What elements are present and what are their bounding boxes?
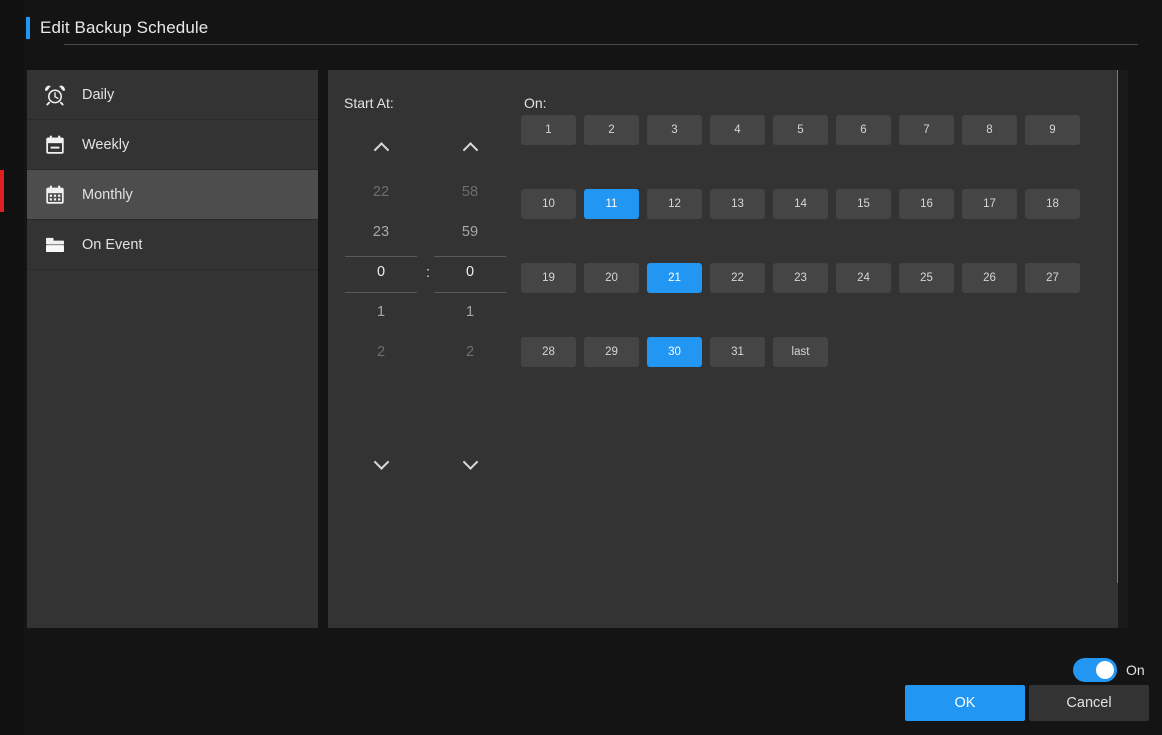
day-row: 28 29 30 31 last (521, 337, 1111, 367)
schedule-content-panel: Start At: On: 22 23 0 1 2 : 58 59 0 1 2 … (328, 70, 1128, 628)
minute-up-arrow-icon[interactable] (434, 135, 506, 161)
day-button-4[interactable]: 4 (710, 115, 765, 145)
day-button-20[interactable]: 20 (584, 263, 639, 293)
minute-spinner[interactable]: 58 59 0 1 2 (434, 125, 506, 485)
minute-option[interactable]: 58 (434, 175, 506, 209)
hour-up-arrow-icon[interactable] (345, 135, 417, 161)
day-button-last[interactable]: last (773, 337, 828, 367)
hour-select-line-bottom (345, 292, 417, 293)
day-button-18[interactable]: 18 (1025, 189, 1080, 219)
start-at-time-picker: 22 23 0 1 2 : 58 59 0 1 2 (338, 125, 508, 485)
hour-selected-value[interactable]: 0 (345, 255, 417, 289)
header-accent-bar (26, 17, 30, 39)
folder-icon (42, 232, 68, 258)
day-button-15[interactable]: 15 (836, 189, 891, 219)
day-of-month-grid: 1 2 3 4 5 6 7 8 9 10 11 12 13 14 15 16 17 18 19 20 21 22 23 24 2… (521, 115, 1111, 377)
day-button-17[interactable]: 17 (962, 189, 1017, 219)
day-row-gap (521, 155, 1111, 189)
day-row: 123456789 (521, 115, 1111, 145)
minute-selected-value[interactable]: 0 (434, 255, 506, 289)
day-button-30[interactable]: 30 (647, 337, 702, 367)
hour-option[interactable]: 1 (345, 295, 417, 329)
dialog-header: Edit Backup Schedule (24, 14, 1138, 46)
day-button-25[interactable]: 25 (899, 263, 954, 293)
day-button-21[interactable]: 21 (647, 263, 702, 293)
sidebar-item-label: On Event (82, 236, 143, 253)
hour-option[interactable]: 23 (345, 215, 417, 249)
day-button-27[interactable]: 27 (1025, 263, 1080, 293)
day-button-7[interactable]: 7 (899, 115, 954, 145)
day-button-23[interactable]: 23 (773, 263, 828, 293)
day-button-11[interactable]: 11 (584, 189, 639, 219)
calendar-month-icon (42, 182, 68, 208)
enable-schedule-toggle-group: On (1073, 658, 1145, 682)
sidebar-item-weekly[interactable]: Weekly (27, 120, 318, 170)
start-at-label: Start At: (344, 95, 394, 111)
hour-down-arrow-icon[interactable] (345, 450, 417, 476)
sidebar-item-label: Monthly (82, 186, 133, 203)
ok-button[interactable]: OK (905, 685, 1025, 721)
day-row: 19 20 21 22 23 24 25 26 27 (521, 263, 1111, 293)
cancel-button[interactable]: Cancel (1029, 685, 1149, 721)
day-button-24[interactable]: 24 (836, 263, 891, 293)
toggle-state-label: On (1126, 662, 1145, 678)
sidebar-item-monthly[interactable]: Monthly (27, 170, 318, 220)
edit-backup-schedule-dialog: Edit Backup Schedule Daily Weekly Monthl… (0, 0, 1162, 735)
toggle-knob (1096, 661, 1114, 679)
day-row: 10 11 12 13 14 15 16 17 18 (521, 189, 1111, 219)
sidebar-item-daily[interactable]: Daily (27, 70, 318, 120)
header-divider (64, 44, 1138, 45)
on-label: On: (524, 95, 547, 111)
minute-option[interactable]: 1 (434, 295, 506, 329)
minute-down-arrow-icon[interactable] (434, 450, 506, 476)
day-button-3[interactable]: 3 (647, 115, 702, 145)
day-row-gap (521, 303, 1111, 337)
sidebar-item-label: Daily (82, 86, 115, 103)
day-button-13[interactable]: 13 (710, 189, 765, 219)
day-button-9[interactable]: 9 (1025, 115, 1080, 145)
panel-right-shadow (1118, 70, 1128, 628)
day-button-29[interactable]: 29 (584, 337, 639, 367)
hour-option[interactable]: 2 (345, 335, 417, 369)
day-button-28[interactable]: 28 (521, 337, 576, 367)
hour-option[interactable]: 22 (345, 175, 417, 209)
hour-spinner[interactable]: 22 23 0 1 2 (345, 125, 417, 485)
day-button-10[interactable]: 10 (521, 189, 576, 219)
day-button-2[interactable]: 2 (584, 115, 639, 145)
minute-select-line-bottom (434, 292, 506, 293)
day-button-12[interactable]: 12 (647, 189, 702, 219)
day-button-5[interactable]: 5 (773, 115, 828, 145)
day-button-1[interactable]: 1 (521, 115, 576, 145)
day-button-16[interactable]: 16 (899, 189, 954, 219)
calendar-week-icon (42, 132, 68, 158)
minute-option[interactable]: 2 (434, 335, 506, 369)
time-separator: : (425, 263, 431, 281)
minute-option[interactable]: 59 (434, 215, 506, 249)
enable-schedule-toggle[interactable] (1073, 658, 1117, 682)
left-red-marker (0, 170, 4, 212)
day-button-6[interactable]: 6 (836, 115, 891, 145)
day-button-14[interactable]: 14 (773, 189, 828, 219)
page-title: Edit Backup Schedule (40, 18, 209, 37)
day-button-8[interactable]: 8 (962, 115, 1017, 145)
day-button-31[interactable]: 31 (710, 337, 765, 367)
day-row-gap (521, 229, 1111, 263)
left-gutter (0, 0, 24, 735)
sidebar-item-label: Weekly (82, 136, 130, 153)
day-button-22[interactable]: 22 (710, 263, 765, 293)
sidebar-item-on-event[interactable]: On Event (27, 220, 318, 270)
alarm-clock-icon (42, 82, 68, 108)
day-button-26[interactable]: 26 (962, 263, 1017, 293)
schedule-type-sidebar: Daily Weekly Monthly On Event (27, 70, 318, 628)
day-button-19[interactable]: 19 (521, 263, 576, 293)
